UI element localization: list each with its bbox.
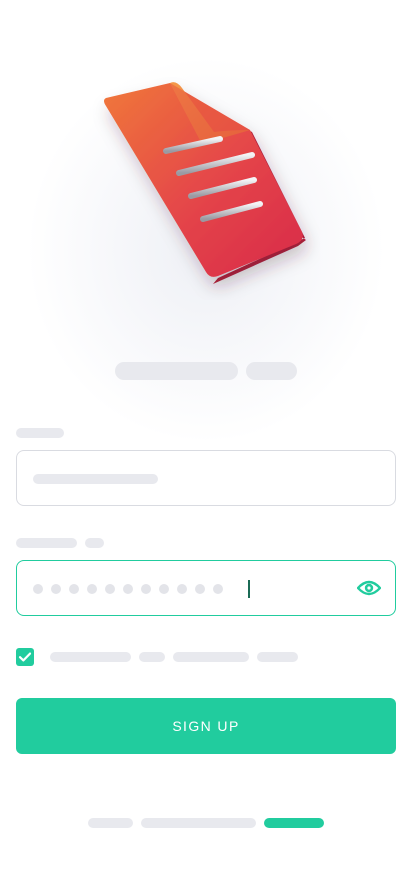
name-field[interactable] xyxy=(16,450,396,506)
page-indicator-3-active[interactable] xyxy=(264,818,324,828)
password-dot xyxy=(87,584,97,594)
headline-placeholder xyxy=(115,362,238,380)
password-field[interactable] xyxy=(16,560,396,616)
terms-text-placeholder xyxy=(139,652,165,662)
check-icon xyxy=(18,652,32,662)
password-dot xyxy=(123,584,133,594)
eye-icon[interactable] xyxy=(357,578,381,598)
name-field-label xyxy=(16,428,64,438)
password-masked-value xyxy=(33,584,223,594)
terms-text-placeholder xyxy=(257,652,298,662)
terms-link-placeholder[interactable] xyxy=(173,652,249,662)
password-dot xyxy=(141,584,151,594)
password-dot xyxy=(195,584,205,594)
password-dot xyxy=(69,584,79,594)
password-dot xyxy=(105,584,115,594)
signup-screen: SIGN UP xyxy=(0,0,412,892)
name-field-placeholder xyxy=(33,474,158,484)
password-dot xyxy=(51,584,61,594)
text-caret xyxy=(248,580,250,598)
page-indicator-1[interactable] xyxy=(88,818,133,828)
password-field-label-suffix xyxy=(85,538,104,548)
sign-up-button[interactable]: SIGN UP xyxy=(16,698,396,754)
password-dot xyxy=(159,584,169,594)
document-icon xyxy=(104,82,306,284)
terms-text-placeholder xyxy=(50,652,131,662)
password-dot xyxy=(177,584,187,594)
password-dot xyxy=(213,584,223,594)
password-dot xyxy=(33,584,43,594)
password-field-label xyxy=(16,538,77,548)
terms-checkbox[interactable] xyxy=(16,648,34,666)
page-indicator-2[interactable] xyxy=(141,818,256,828)
headline-placeholder-short xyxy=(246,362,297,380)
